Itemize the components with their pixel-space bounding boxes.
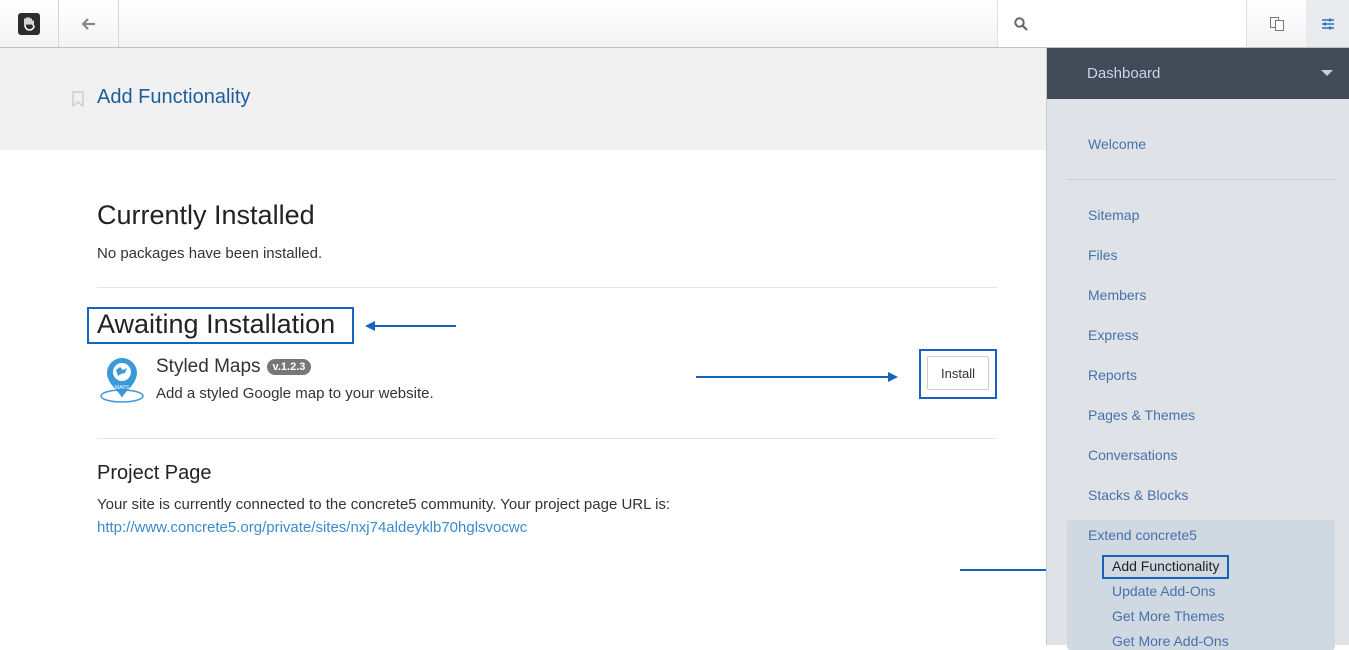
concrete5-logo-icon: [18, 12, 40, 35]
awaiting-installation-heading: Awaiting Installation: [97, 309, 336, 339]
dashboard-header[interactable]: Dashboard: [1047, 48, 1349, 99]
sidebar-divider: [1067, 179, 1335, 180]
sidebar-item-stacks-blocks[interactable]: Stacks & Blocks: [1088, 487, 1188, 503]
sidebar-item-welcome[interactable]: Welcome: [1088, 136, 1146, 152]
sidebar-item-reports[interactable]: Reports: [1088, 367, 1137, 383]
sidebar-subitem-get-more-add-ons[interactable]: Get More Add-Ons: [1112, 633, 1229, 649]
page-title: Add Functionality: [97, 86, 251, 108]
sidebar-item-members[interactable]: Members: [1088, 287, 1146, 303]
package-description: Add a styled Google map to your website.: [156, 385, 434, 402]
package-title: Styled Maps: [156, 356, 261, 377]
install-button[interactable]: Install: [927, 356, 989, 390]
caret-down-icon[interactable]: [1321, 70, 1333, 76]
bookmark-icon[interactable]: [72, 91, 84, 107]
logo-button[interactable]: [0, 0, 59, 47]
styled-maps-icon: MAPS: [99, 354, 145, 409]
sidebar-item-pages-themes[interactable]: Pages & Themes: [1088, 407, 1195, 423]
dashboard-settings-button[interactable]: [1306, 0, 1349, 47]
annotation-arrow: [365, 321, 456, 331]
no-packages-text: No packages have been installed.: [97, 245, 323, 262]
search-icon: [1014, 16, 1028, 31]
sidebar-item-extend-concrete5[interactable]: Extend concrete5: [1088, 527, 1197, 543]
sidebar-subitem-add-functionality[interactable]: Add Functionality: [1112, 558, 1219, 574]
sidebar-item-files[interactable]: Files: [1088, 247, 1118, 263]
sidebar-item-sitemap[interactable]: Sitemap: [1088, 207, 1139, 223]
search-input[interactable]: [1036, 16, 1236, 31]
search-bar[interactable]: [997, 0, 1247, 47]
project-page-heading: Project Page: [97, 462, 212, 484]
svg-text:MAPS: MAPS: [115, 385, 130, 391]
sidebar-subitem-update-add-ons[interactable]: Update Add-Ons: [1112, 583, 1216, 599]
page-header: Add Functionality: [0, 48, 1046, 150]
arrow-left-icon: [81, 17, 95, 30]
sidebar-item-conversations[interactable]: Conversations: [1088, 447, 1178, 463]
project-page-link[interactable]: http://www.concrete5.org/private/sites/n…: [97, 519, 527, 536]
divider: [97, 287, 997, 288]
sidebar-subitem-get-more-themes[interactable]: Get More Themes: [1112, 608, 1225, 624]
dashboard-sidebar: Dashboard Welcome Sitemap Files Members …: [1046, 48, 1349, 650]
pages-button[interactable]: [1247, 0, 1306, 47]
version-badge: v.1.2.3: [266, 359, 312, 375]
back-button[interactable]: [59, 0, 119, 47]
project-description: Your site is currently connected to the …: [97, 496, 671, 513]
pages-copy-icon: [1269, 16, 1284, 31]
currently-installed-heading: Currently Installed: [97, 200, 315, 230]
divider: [97, 438, 997, 439]
dashboard-label: Dashboard: [1087, 65, 1161, 82]
package-name: Styled Maps v.1.2.3: [156, 356, 312, 378]
sliders-icon: [1321, 18, 1334, 29]
top-toolbar: [0, 0, 1349, 48]
annotation-arrow: [696, 372, 898, 382]
sidebar-item-express[interactable]: Express: [1088, 327, 1139, 343]
